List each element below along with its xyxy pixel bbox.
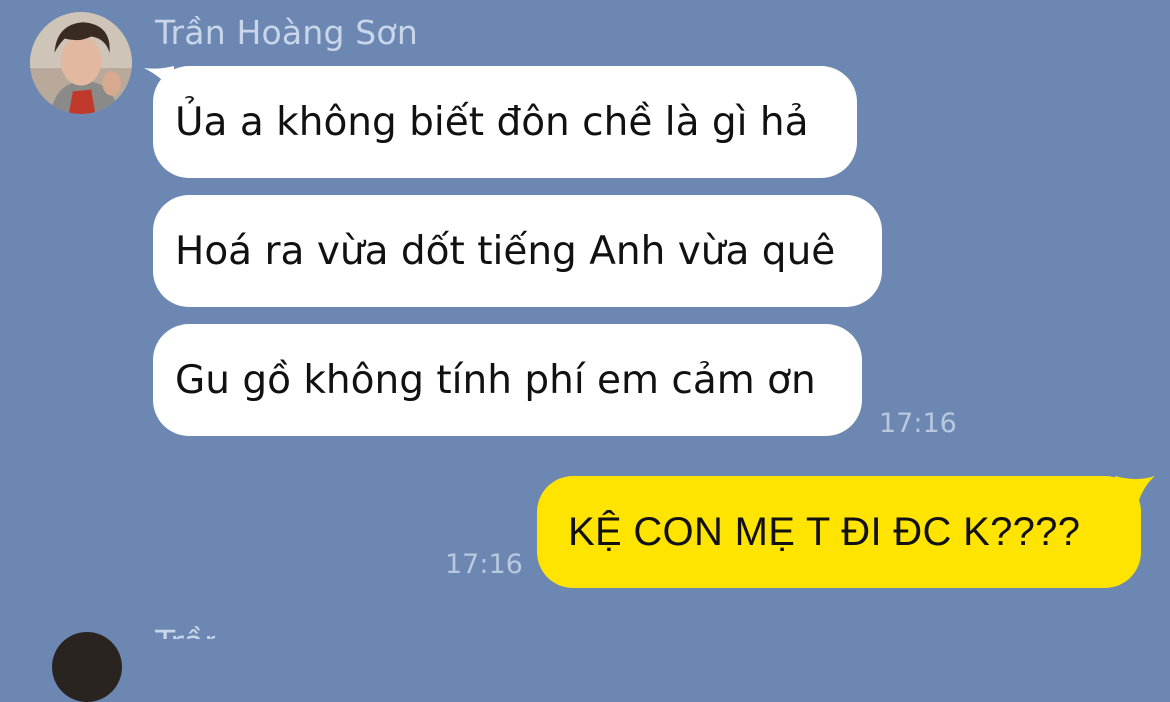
incoming-message[interactable]: Gu gồ không tính phí em cảm ơn — [153, 324, 862, 436]
message-timestamp: 17:16 — [445, 549, 523, 580]
sender-avatar[interactable] — [52, 632, 122, 702]
message-text: Hoá ra vừa dốt tiếng Anh vừa quê — [175, 228, 836, 274]
incoming-message[interactable]: Ủa a không biết đôn chề là gì hả — [153, 66, 857, 178]
sender-avatar[interactable] — [30, 12, 132, 114]
outgoing-message[interactable]: KỆ CON MẸ T ĐI ĐC K???? — [537, 476, 1141, 588]
avatar-photo-icon — [30, 12, 132, 114]
message-timestamp: 17:16 — [879, 408, 957, 439]
incoming-message[interactable]: Hoá ra vừa dốt tiếng Anh vừa quê — [153, 195, 882, 307]
message-text: Gu gồ không tính phí em cảm ơn — [175, 357, 816, 403]
sender-name: Trần Hoàng Sơn — [155, 13, 418, 52]
message-text: KỆ CON MẸ T ĐI ĐC K???? — [568, 509, 1081, 554]
message-text: Ủa a không biết đôn chề là gì hả — [175, 99, 809, 145]
sender-name: Trần Hoàng Sơn — [155, 626, 215, 639]
